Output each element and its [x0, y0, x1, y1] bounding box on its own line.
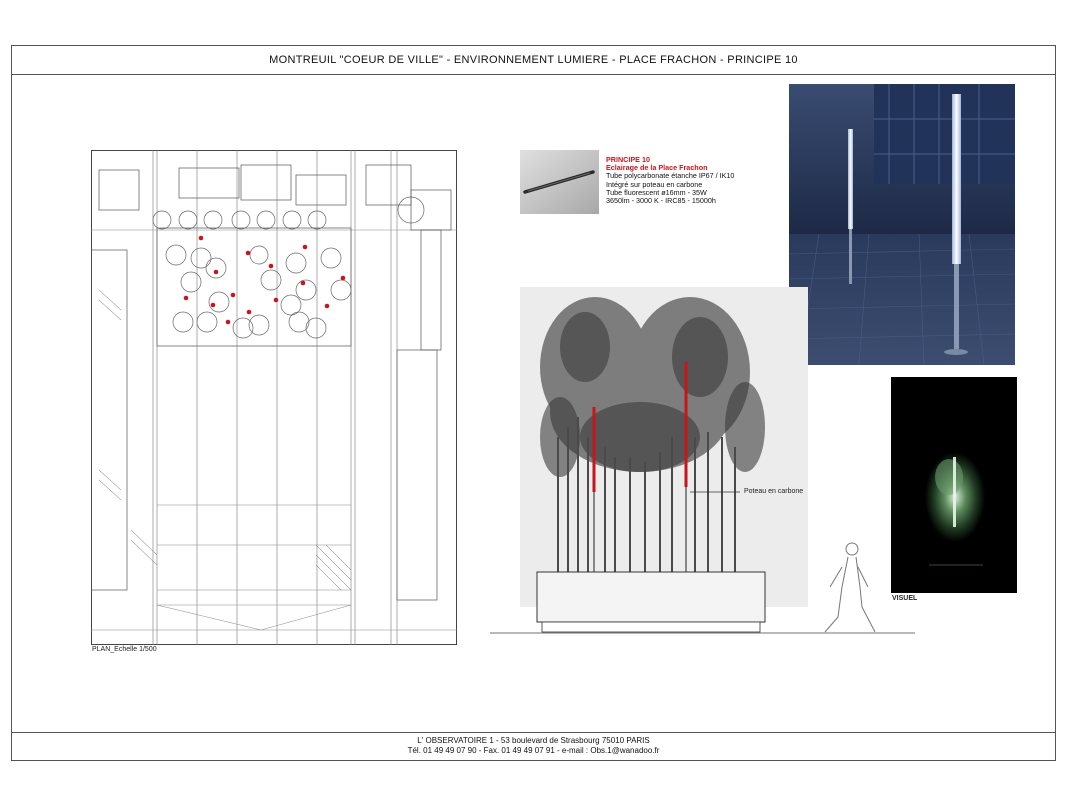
visual-caption: VISUEL: [892, 595, 918, 602]
luminaire-product-image: [520, 150, 599, 214]
footer-contact: Tél. 01 49 49 07 90 - Fax. 01 49 49 07 9…: [407, 746, 660, 755]
principle-description: PRINCIPE 10 Eclairage de la Place Fracho…: [606, 155, 786, 206]
footer-address: L' OBSERVATOIRE 1 - 53 boulevard de Stra…: [417, 736, 650, 745]
sheet-title: MONTREUIL "COEUR DE VILLE" - ENVIRONNEME…: [269, 54, 798, 66]
visual-render-image: [891, 377, 1017, 593]
pedestrian-figure: [824, 542, 876, 633]
plan-caption: PLAN_Echelle 1/500: [92, 646, 157, 653]
site-plan-drawing: [91, 150, 457, 645]
footer-bar: L' OBSERVATOIRE 1 - 53 boulevard de Stra…: [12, 732, 1055, 760]
elevation-drawing: [490, 287, 915, 634]
principle-spec-line: 3650lm - 3000 K - IRC85 - 15000h: [606, 196, 716, 206]
title-bar: MONTREUIL "COEUR DE VILLE" - ENVIRONNEME…: [12, 46, 1055, 75]
pole-annotation: Poteau en carbone: [744, 488, 804, 495]
